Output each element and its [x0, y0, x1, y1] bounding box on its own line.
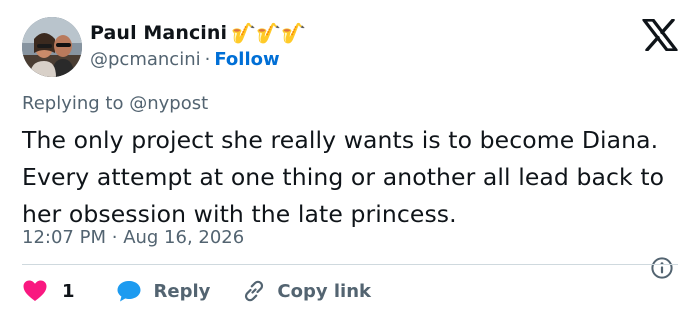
like-count: 1 — [62, 280, 75, 302]
timestamp-separator: · — [111, 227, 118, 248]
link-icon — [245, 280, 264, 302]
tweet-text: The only project she really wants is to … — [22, 126, 665, 228]
reply-context-prefix: Replying to — [22, 93, 124, 114]
handle-separator: · — [204, 49, 211, 70]
display-name[interactable]: Paul Mancini — [90, 22, 227, 44]
tweet-date: Aug 16, 2026 — [123, 227, 245, 248]
action-bar: 1 Reply Copy link — [22, 277, 371, 305]
heart-icon — [23, 280, 47, 301]
avatar[interactable] — [22, 17, 82, 77]
like-button[interactable]: 1 — [22, 279, 75, 303]
reply-label: Reply — [153, 280, 211, 302]
x-logo-icon[interactable] — [642, 19, 678, 51]
copy-link-button[interactable]: Copy link — [241, 278, 371, 304]
follow-button[interactable]: Follow — [214, 49, 279, 70]
user-handle[interactable]: @pcmancini — [90, 49, 201, 70]
info-icon[interactable] — [650, 256, 674, 280]
reply-context: Replying to @nypost — [22, 93, 208, 114]
tweet-time: 12:07 PM — [22, 227, 106, 248]
divider — [22, 264, 678, 265]
reply-target-link[interactable]: @nypost — [129, 93, 208, 114]
name-emojis: 🎷🎷🎷 — [231, 21, 306, 45]
chat-bubble-icon — [117, 281, 141, 302]
reply-button[interactable]: Reply — [116, 279, 211, 303]
copy-link-label: Copy link — [277, 280, 371, 302]
name-row: Paul Mancini 🎷🎷🎷 — [90, 20, 306, 46]
tweet-card: Paul Mancini 🎷🎷🎷 @pcmancini · Follow Reply… — [0, 0, 700, 318]
tweet-timestamp[interactable]: 12:07 PM · Aug 16, 2026 — [22, 227, 244, 248]
handle-row: @pcmancini · Follow — [90, 48, 280, 72]
